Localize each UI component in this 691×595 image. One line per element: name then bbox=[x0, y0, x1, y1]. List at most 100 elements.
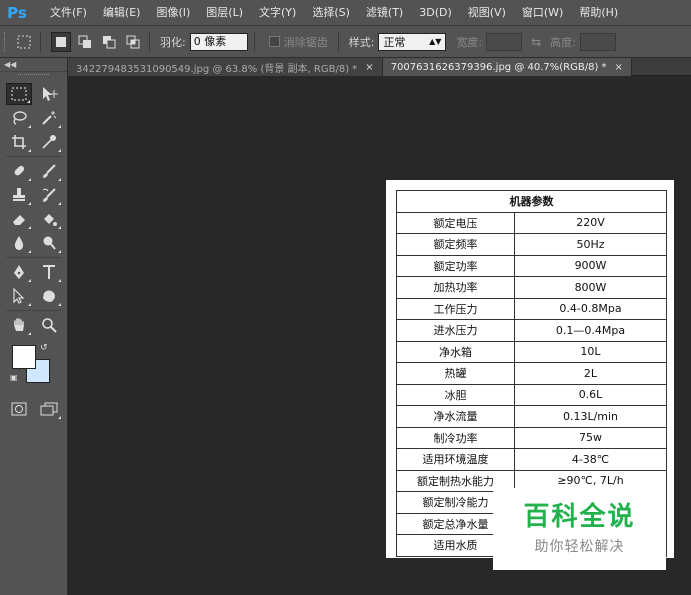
spec-table-title: 机器参数 bbox=[396, 190, 667, 213]
spec-key: 冰胆 bbox=[396, 383, 515, 406]
table-row: 净水流量 0.13L/min bbox=[396, 405, 667, 428]
spec-key: 额定电压 bbox=[396, 211, 515, 234]
antialias-label: 消除锯齿 bbox=[283, 35, 328, 49]
tools-collapse-icon[interactable]: ◀◀ bbox=[0, 58, 67, 72]
menu-type[interactable]: 文字(Y) bbox=[251, 0, 304, 26]
subtract-selection-icon[interactable] bbox=[99, 32, 119, 52]
menu-edit[interactable]: 编辑(E) bbox=[95, 0, 149, 26]
default-colors-icon[interactable]: ▣ bbox=[10, 373, 18, 382]
rect-marquee-preset-icon[interactable] bbox=[14, 32, 34, 52]
eraser-tool-icon[interactable] bbox=[6, 208, 32, 230]
menu-filter[interactable]: 滤镜(T) bbox=[358, 0, 411, 26]
pen-tool-icon[interactable] bbox=[6, 261, 32, 283]
spec-value: 220V bbox=[514, 211, 667, 234]
antialias-checkbox[interactable] bbox=[268, 36, 280, 47]
options-bar: 羽化: 0 像素 消除锯齿 样式: 正常 ▲▼ 宽度: ⇆ 高度: bbox=[0, 26, 691, 58]
table-row: 额定频率 50Hz bbox=[396, 233, 667, 256]
dodge-tool-icon[interactable] bbox=[36, 232, 62, 254]
menu-layer[interactable]: 图层(L) bbox=[198, 0, 251, 26]
photoshop-logo: Ps bbox=[7, 3, 27, 22]
zoom-tool-icon[interactable] bbox=[36, 314, 62, 336]
table-row: 热罐 2L bbox=[396, 362, 667, 385]
table-row: 适用环境温度 4-38℃ bbox=[396, 448, 667, 471]
watermark-subtitle: 助你轻松解决 bbox=[534, 539, 625, 555]
table-row: 制冷功率 75w bbox=[396, 426, 667, 449]
width-input[interactable] bbox=[486, 32, 523, 51]
spec-key: 加热功率 bbox=[396, 276, 515, 299]
tools-panel: ◀◀ ↺ ▣ bbox=[0, 58, 68, 595]
table-row: 额定功率 900W bbox=[396, 254, 667, 277]
color-swatches: ↺ ▣ bbox=[0, 341, 67, 397]
spec-value: 50Hz bbox=[514, 233, 667, 256]
spec-key: 额定功率 bbox=[396, 254, 515, 277]
swap-dimensions-icon[interactable]: ⇆ bbox=[526, 32, 546, 52]
tools-grip[interactable] bbox=[18, 74, 49, 80]
lasso-tool-icon[interactable] bbox=[6, 107, 32, 129]
menu-window[interactable]: 窗口(W) bbox=[514, 0, 571, 26]
history-brush-tool-icon[interactable] bbox=[36, 184, 62, 206]
table-row: 冰胆 0.6L bbox=[396, 383, 667, 406]
spec-value: 4-38℃ bbox=[514, 448, 667, 471]
feather-label: 羽化: bbox=[160, 35, 186, 49]
intersect-selection-icon[interactable] bbox=[123, 32, 143, 52]
menu-select[interactable]: 选择(S) bbox=[304, 0, 358, 26]
spec-value: 0.1—0.4Mpa bbox=[514, 319, 667, 342]
watermark-logo: 百科全说 助你轻松解决 bbox=[493, 488, 666, 570]
brush-tool-icon[interactable] bbox=[36, 160, 62, 182]
menu-bar: Ps 文件(F) 编辑(E) 图像(I) 图层(L) 文字(Y) 选择(S) 滤… bbox=[0, 0, 691, 26]
style-select-value: 正常 bbox=[383, 35, 406, 49]
rect-marquee-tool-icon[interactable] bbox=[6, 83, 32, 105]
tab-label: 7007631626379396.jpg @ 40.7%(RGB/8) * bbox=[390, 61, 607, 73]
spec-value: 2L bbox=[514, 362, 667, 385]
spec-value: 0.6L bbox=[514, 383, 667, 406]
spec-key: 适用环境温度 bbox=[396, 448, 515, 471]
type-tool-icon[interactable] bbox=[36, 261, 62, 283]
menu-file[interactable]: 文件(F) bbox=[42, 0, 95, 26]
menu-view[interactable]: 视图(V) bbox=[460, 0, 514, 26]
swap-colors-icon[interactable]: ↺ bbox=[40, 343, 48, 353]
style-select[interactable]: 正常 ▲▼ bbox=[378, 32, 447, 51]
options-grip[interactable] bbox=[4, 31, 10, 52]
menu-3d[interactable]: 3D(D) bbox=[411, 0, 460, 26]
spec-key: 热罐 bbox=[396, 362, 515, 385]
hand-tool-icon[interactable] bbox=[6, 314, 32, 336]
tab-close-icon[interactable]: × bbox=[615, 62, 623, 73]
tab-document-1[interactable]: 342279483531090549.jpg @ 63.8% (背景 副本, R… bbox=[68, 58, 383, 76]
add-selection-icon[interactable] bbox=[75, 32, 95, 52]
table-row: 净水箱 10L bbox=[396, 340, 667, 363]
magic-wand-tool-icon[interactable] bbox=[36, 107, 62, 129]
move-tool-icon[interactable] bbox=[36, 83, 62, 105]
screen-mode-icon[interactable] bbox=[36, 398, 62, 420]
separator bbox=[337, 31, 339, 52]
quick-mask-icon[interactable] bbox=[6, 398, 32, 420]
new-selection-icon[interactable] bbox=[51, 31, 71, 52]
crop-tool-icon[interactable] bbox=[6, 131, 32, 153]
eyedropper-tool-icon[interactable] bbox=[36, 131, 62, 153]
separator bbox=[40, 31, 41, 52]
table-row: 额定电压 220V bbox=[396, 211, 667, 234]
spec-value: 800W bbox=[514, 276, 667, 299]
custom-shape-tool-icon[interactable] bbox=[36, 285, 62, 307]
healing-brush-tool-icon[interactable] bbox=[6, 160, 32, 182]
menu-image[interactable]: 图像(I) bbox=[148, 0, 198, 26]
spec-key: 额定频率 bbox=[396, 233, 515, 256]
separator bbox=[149, 31, 150, 52]
tab-document-2[interactable]: 7007631626379396.jpg @ 40.7%(RGB/8) * × bbox=[382, 58, 632, 76]
table-row: 加热功率 800W bbox=[396, 276, 667, 299]
spec-key: 进水压力 bbox=[396, 319, 515, 342]
height-input[interactable] bbox=[579, 32, 616, 51]
paint-bucket-tool-icon[interactable] bbox=[36, 208, 62, 230]
table-row: 进水压力 0.1—0.4Mpa bbox=[396, 319, 667, 342]
menu-items: 文件(F) 编辑(E) 图像(I) 图层(L) 文字(Y) 选择(S) 滤镜(T… bbox=[42, 0, 626, 26]
foreground-color-swatch[interactable] bbox=[12, 345, 36, 369]
feather-input[interactable]: 0 像素 bbox=[189, 32, 248, 51]
spec-key: 净水流量 bbox=[396, 405, 515, 428]
path-selection-tool-icon[interactable] bbox=[6, 285, 32, 307]
spec-value: 10L bbox=[514, 340, 667, 363]
tab-close-icon[interactable]: × bbox=[365, 62, 373, 73]
blur-tool-icon[interactable] bbox=[6, 232, 32, 254]
width-label: 宽度: bbox=[456, 35, 483, 49]
menu-help[interactable]: 帮助(H) bbox=[571, 0, 626, 26]
clone-stamp-tool-icon[interactable] bbox=[6, 184, 32, 206]
spec-value: 75w bbox=[514, 426, 667, 449]
